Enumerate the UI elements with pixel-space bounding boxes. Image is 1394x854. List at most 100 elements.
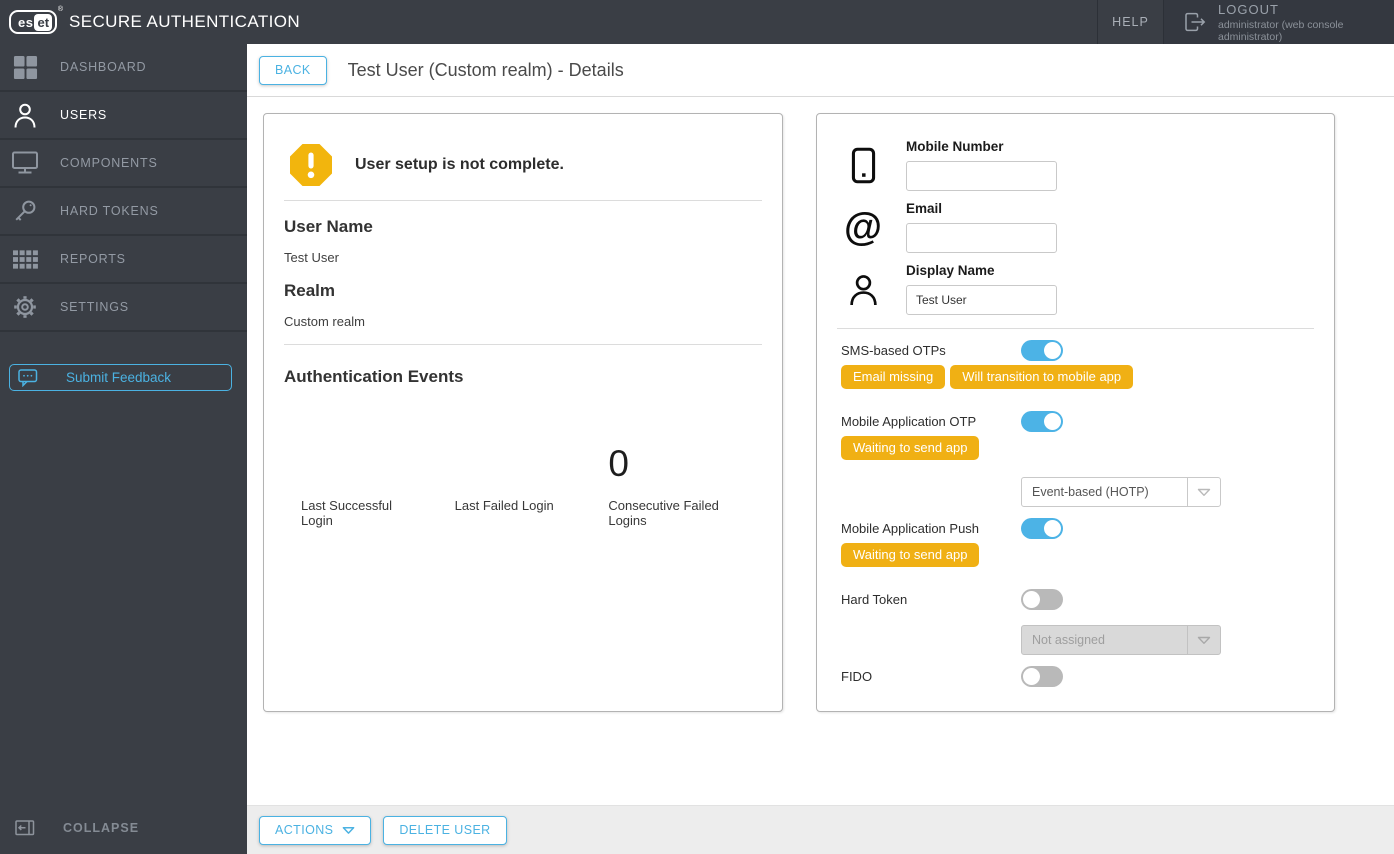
sms-otp-toggle[interactable] <box>1021 340 1063 361</box>
submit-feedback-button[interactable]: Submit Feedback <box>9 364 232 391</box>
sidebar-item-settings[interactable]: SETTINGS <box>0 284 247 332</box>
sidebar-item-components[interactable]: COMPONENTS <box>0 140 247 188</box>
collapse-label: COLLAPSE <box>63 821 140 835</box>
app-window: es et ® SECURE AUTHENTICATION HELP LOGOU… <box>0 0 1394 854</box>
toggle-knob <box>1044 413 1061 430</box>
mobile-app-otp-badges: Waiting to send app <box>841 436 1314 460</box>
sms-otp-row: SMS-based OTPs <box>841 340 1314 361</box>
status-badge: Waiting to send app <box>841 543 980 567</box>
mobile-number-input[interactable] <box>906 161 1057 191</box>
user-name-value: Test User <box>284 250 339 265</box>
hard-token-assignment-value: Not assigned <box>1032 633 1105 647</box>
collapse-button[interactable]: COLLAPSE <box>0 802 247 854</box>
help-button[interactable]: HELP <box>1098 0 1163 44</box>
stat-value <box>301 427 455 485</box>
actions-button[interactable]: ACTIONS <box>259 815 372 845</box>
toggle-knob <box>1044 342 1061 359</box>
display-name-input[interactable] <box>906 285 1057 315</box>
actions-label: ACTIONS <box>275 823 334 837</box>
toggle-knob <box>1023 668 1040 685</box>
components-icon <box>12 151 38 175</box>
sms-otp-label: SMS-based OTPs <box>841 343 946 358</box>
fido-toggle[interactable] <box>1021 666 1063 687</box>
main-panel: BACK Test User (Custom realm) - Details … <box>247 44 1394 854</box>
hard-token-toggle[interactable] <box>1021 589 1063 610</box>
users-icon <box>12 102 38 128</box>
status-badge: Waiting to send app <box>841 436 980 460</box>
brand: es et ® SECURE AUTHENTICATION <box>0 0 300 44</box>
sidebar: DASHBOARD USERS COMPONENTS HARD TOKENS R… <box>0 44 247 854</box>
otp-type-select[interactable]: Event-based (HOTP) <box>1021 477 1221 507</box>
sidebar-item-dashboard[interactable]: DASHBOARD <box>0 44 247 92</box>
warning-icon <box>290 144 332 186</box>
feedback-bubble-icon <box>18 368 38 387</box>
display-name-field: Display Name <box>906 263 1057 315</box>
delete-user-button[interactable]: DELETE USER <box>383 815 507 845</box>
mobile-app-push-toggle[interactable] <box>1021 518 1063 539</box>
mobile-app-otp-row: Mobile Application OTP <box>841 411 1314 432</box>
chevron-down-icon <box>1187 478 1220 506</box>
display-name-label: Display Name <box>906 263 995 278</box>
logout-texts: LOGOUT administrator (web console admini… <box>1218 2 1384 43</box>
back-button[interactable]: BACK <box>259 55 327 85</box>
email-row: @ Email <box>837 201 1314 253</box>
mobile-app-push-row: Mobile Application Push <box>841 518 1314 539</box>
logout-button[interactable]: LOGOUT administrator (web console admini… <box>1164 0 1394 44</box>
stat-value: 0 <box>608 443 629 484</box>
auth-settings-card: Mobile Number @ Email Display Name Test … <box>816 113 1335 712</box>
stat-consecutive-failed-logins: 0 Consecutive Failed Logins <box>608 427 762 529</box>
stat-last-successful-login: Last Successful Login <box>301 427 455 529</box>
user-summary-card: User setup is not complete. User Name Te… <box>263 113 783 712</box>
settings-icon <box>12 294 38 320</box>
email-label: Email <box>906 201 943 216</box>
eset-logo-text-left: es <box>18 14 34 30</box>
content-area: User setup is not complete. User Name Te… <box>247 97 1394 805</box>
warning-text: User setup is not complete. <box>355 156 564 173</box>
person-icon <box>837 273 889 306</box>
brand-title: SECURE AUTHENTICATION <box>69 12 301 31</box>
stat-value <box>455 427 609 485</box>
eset-logo-icon: es et ® <box>9 6 63 34</box>
realm-label: Realm <box>284 281 336 300</box>
sidebar-item-label: DASHBOARD <box>60 60 147 74</box>
registered-mark: ® <box>57 6 64 13</box>
action-bar: ACTIONS DELETE USER <box>247 805 1394 854</box>
at-icon: @ <box>843 205 883 249</box>
sidebar-item-label: SETTINGS <box>60 300 129 314</box>
sidebar-item-users[interactable]: USERS <box>0 92 247 140</box>
mobile-app-push-badges: Waiting to send app <box>841 543 1314 567</box>
setup-warning: User setup is not complete. <box>284 143 762 187</box>
topbar-right: HELP LOGOUT administrator (web console a… <box>1097 0 1394 44</box>
stat-label: Last Failed Login <box>454 498 554 513</box>
page-title: Test User (Custom realm) - Details <box>347 59 624 80</box>
mobile-app-otp-toggle[interactable] <box>1021 411 1063 432</box>
email-input[interactable] <box>906 223 1057 253</box>
auth-events-stats: Last Successful Login Last Failed Login … <box>284 427 762 529</box>
hard-tokens-icon <box>12 199 38 223</box>
fido-label: FIDO <box>841 669 873 684</box>
sidebar-nav: DASHBOARD USERS COMPONENTS HARD TOKENS R… <box>0 44 247 332</box>
hard-token-row: Hard Token <box>841 589 1314 610</box>
mobile-number-label: Mobile Number <box>906 139 1004 154</box>
sidebar-item-hard-tokens[interactable]: HARD TOKENS <box>0 188 247 236</box>
email-field: Email <box>906 201 1057 253</box>
sidebar-item-reports[interactable]: REPORTS <box>0 236 247 284</box>
fido-row: FIDO <box>841 666 1314 687</box>
phone-icon <box>837 147 889 184</box>
feedback-label: Submit Feedback <box>66 370 172 385</box>
display-name-row: Display Name <box>837 263 1314 315</box>
divider <box>837 328 1314 329</box>
reports-icon <box>12 249 38 269</box>
realm-value: Custom realm <box>284 314 365 329</box>
sidebar-item-label: COMPONENTS <box>60 156 158 170</box>
mobile-app-push-label: Mobile Application Push <box>841 521 980 536</box>
sidebar-item-label: REPORTS <box>60 252 126 266</box>
mobile-app-otp-label: Mobile Application OTP <box>841 414 977 429</box>
sidebar-item-label: HARD TOKENS <box>60 204 159 218</box>
logout-icon <box>1184 12 1206 32</box>
sidebar-item-label: USERS <box>60 108 108 122</box>
status-badge: Email missing <box>841 365 946 389</box>
stat-label: Last Successful Login <box>301 498 393 528</box>
collapse-icon <box>15 820 35 836</box>
eset-logo-text-right: et <box>34 13 53 31</box>
